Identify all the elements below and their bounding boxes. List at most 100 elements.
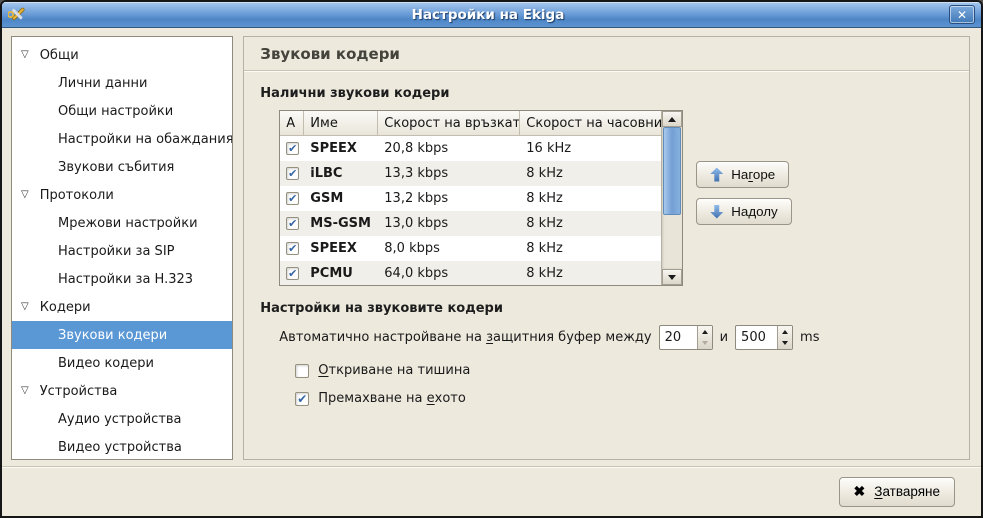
available-codecs-title: Налични звукови кодери bbox=[260, 86, 954, 101]
window-title: Настройки на Ekiga bbox=[33, 7, 943, 23]
codec-table-header: A Име Скорост на връзката Скорост на час… bbox=[280, 111, 682, 136]
codec-enabled-checkbox[interactable]: ✔ bbox=[286, 142, 299, 155]
column-header-bitrate[interactable]: Скорост на връзката bbox=[378, 111, 520, 135]
spin-up-icon[interactable] bbox=[778, 326, 792, 338]
codec-settings-title: Настройки на звуковите кодери bbox=[260, 301, 954, 316]
sidebar-item[interactable]: Настройки за SIP bbox=[12, 237, 232, 265]
sidebar-group[interactable]: ▽Протоколи bbox=[12, 181, 232, 209]
table-row[interactable]: ✔SPEEX8,0 kbps8 kHz bbox=[280, 236, 682, 261]
table-row[interactable]: ✔PCMU64,0 kbps8 kHz bbox=[280, 261, 682, 286]
sidebar-item-label: Кодери bbox=[40, 300, 91, 315]
table-row[interactable]: ✔GSM13,2 kbps8 kHz bbox=[280, 186, 682, 211]
vertical-scrollbar[interactable] bbox=[661, 111, 682, 285]
column-header-clockrate[interactable]: Скорост на часовника bbox=[520, 111, 661, 135]
codec-bitrate: 64,0 kbps bbox=[378, 266, 520, 281]
sidebar-item[interactable]: Общи настройки bbox=[12, 97, 232, 125]
sidebar-item-label: Общи настройки bbox=[58, 104, 173, 119]
silence-detection-label: Откриване на тишина bbox=[318, 363, 470, 378]
title-separator bbox=[244, 70, 969, 71]
codec-enabled-checkbox[interactable]: ✔ bbox=[286, 217, 299, 230]
sidebar-item-label: Лични данни bbox=[58, 76, 147, 91]
jitter-min-value[interactable]: 20 bbox=[660, 326, 697, 349]
spin-down-icon[interactable] bbox=[778, 338, 792, 350]
spin-down-icon[interactable] bbox=[698, 338, 712, 350]
codec-enabled-checkbox[interactable]: ✔ bbox=[286, 242, 299, 255]
jitter-min-spin-buttons[interactable] bbox=[697, 326, 712, 349]
close-dialog-button[interactable]: ✖ Затваряне bbox=[839, 477, 955, 507]
codec-bitrate: 8,0 kbps bbox=[378, 241, 520, 256]
sidebar-item-label: Устройства bbox=[40, 384, 118, 399]
move-down-label: Надолу bbox=[731, 204, 777, 219]
codec-enabled-checkbox[interactable]: ✔ bbox=[286, 167, 299, 180]
column-header-active[interactable]: A bbox=[280, 111, 304, 135]
footer: ✖ Затваряне bbox=[2, 466, 981, 516]
jitter-max-spin-buttons[interactable] bbox=[777, 326, 792, 349]
move-down-button[interactable]: Надолу bbox=[696, 198, 791, 225]
sidebar-item[interactable]: Лични данни bbox=[12, 69, 232, 97]
scroll-down-button[interactable] bbox=[662, 269, 682, 285]
scroll-up-button[interactable] bbox=[662, 111, 682, 127]
codec-table-body: ✔SPEEX20,8 kbps16 kHz✔iLBC13,3 kbps8 kHz… bbox=[280, 136, 682, 286]
jitter-min-spinbox[interactable]: 20 bbox=[659, 325, 713, 350]
sidebar-item-label: Общи bbox=[40, 48, 79, 63]
codec-clockrate: 8 kHz bbox=[520, 216, 661, 231]
sidebar-item-label: Видео кодери bbox=[58, 356, 154, 371]
codec-name: PCMU bbox=[304, 266, 378, 281]
expander-triangle-icon[interactable]: ▽ bbox=[21, 50, 29, 60]
sidebar-item[interactable]: Настройки за H.323 bbox=[12, 265, 232, 293]
sidebar-item[interactable]: Видео устройства bbox=[12, 433, 232, 460]
codec-name: iLBC bbox=[304, 166, 378, 181]
preferences-window: Настройки на Ekiga ✕ ▽ Общи Лични данни Общ… bbox=[0, 0, 983, 518]
table-row[interactable]: ✔SPEEX20,8 kbps16 kHz bbox=[280, 136, 682, 161]
sidebar-item-label: Видео устройства bbox=[58, 440, 182, 455]
codec-name: SPEEX bbox=[304, 241, 378, 256]
expander-triangle-icon[interactable]: ▽ bbox=[21, 190, 29, 200]
move-up-label: Нагоре bbox=[731, 167, 775, 182]
sidebar-item[interactable]: Звукови кодери bbox=[12, 321, 232, 349]
codec-name: SPEEX bbox=[304, 141, 378, 156]
arrow-up-icon bbox=[710, 168, 723, 182]
echo-cancellation-checkbox[interactable]: ✔ bbox=[295, 392, 309, 406]
sidebar-item[interactable]: Аудио устройства bbox=[12, 405, 232, 433]
codec-bitrate: 13,0 kbps bbox=[378, 216, 520, 231]
codec-name: GSM bbox=[304, 191, 378, 206]
sidebar-group[interactable]: ▽ Устройства bbox=[12, 377, 232, 405]
echo-cancellation-label: Премахване на ехото bbox=[318, 391, 466, 406]
jitter-max-spinbox[interactable]: 500 bbox=[735, 325, 793, 350]
expander-triangle-icon[interactable]: ▽ bbox=[21, 386, 29, 396]
sidebar-group[interactable]: ▽ Кодери bbox=[12, 293, 232, 321]
titlebar[interactable]: Настройки на Ekiga ✕ bbox=[2, 2, 981, 28]
sidebar-item-label: Настройки за SIP bbox=[58, 244, 175, 259]
sidebar-item-label: Звукови кодери bbox=[58, 328, 167, 343]
codec-table: A Име Скорост на връзката Скорост на час… bbox=[279, 110, 683, 286]
column-header-name[interactable]: Име bbox=[304, 111, 378, 135]
jitter-unit-label: ms bbox=[800, 330, 819, 345]
jitter-max-value[interactable]: 500 bbox=[736, 326, 777, 349]
sidebar-item-label: Настройки за H.323 bbox=[58, 272, 193, 287]
codec-bitrate: 13,3 kbps bbox=[378, 166, 520, 181]
table-row[interactable]: ✔MS-GSM13,0 kbps8 kHz bbox=[280, 211, 682, 236]
table-row[interactable]: ✔ iLBC13,3 kbps8 kHz bbox=[280, 161, 682, 186]
move-up-button[interactable]: Нагоре bbox=[696, 161, 789, 188]
page-title: Звукови кодери bbox=[259, 37, 954, 70]
sidebar-item-label: Мрежови настройки bbox=[58, 216, 198, 231]
expander-triangle-icon[interactable]: ▽ bbox=[21, 302, 29, 312]
sidebar-group[interactable]: ▽ Общи bbox=[12, 41, 232, 69]
scrollbar-track[interactable] bbox=[662, 127, 682, 269]
sidebar-item[interactable]: Видео кодери bbox=[12, 349, 232, 377]
sidebar-item[interactable]: Звукови събития bbox=[12, 153, 232, 181]
close-x-icon: ✖ bbox=[854, 483, 866, 500]
codec-clockrate: 8 kHz bbox=[520, 166, 661, 181]
close-icon[interactable]: ✕ bbox=[949, 5, 975, 24]
scrollbar-thumb[interactable] bbox=[663, 127, 681, 215]
codec-enabled-checkbox[interactable]: ✔ bbox=[286, 267, 299, 280]
codec-clockrate: 16 kHz bbox=[520, 141, 661, 156]
sidebar-item[interactable]: Настройки на обажданията bbox=[12, 125, 232, 153]
silence-detection-checkbox[interactable] bbox=[295, 364, 309, 378]
main-panel: Звукови кодери Налични звукови кодери A … bbox=[243, 36, 970, 460]
spin-up-icon[interactable] bbox=[698, 326, 712, 338]
sidebar-item[interactable]: Мрежови настройки bbox=[12, 209, 232, 237]
codec-enabled-checkbox[interactable]: ✔ bbox=[286, 192, 299, 205]
jitter-conjunction-label: и bbox=[720, 330, 728, 345]
scroll-up-arrow-icon bbox=[668, 117, 676, 122]
